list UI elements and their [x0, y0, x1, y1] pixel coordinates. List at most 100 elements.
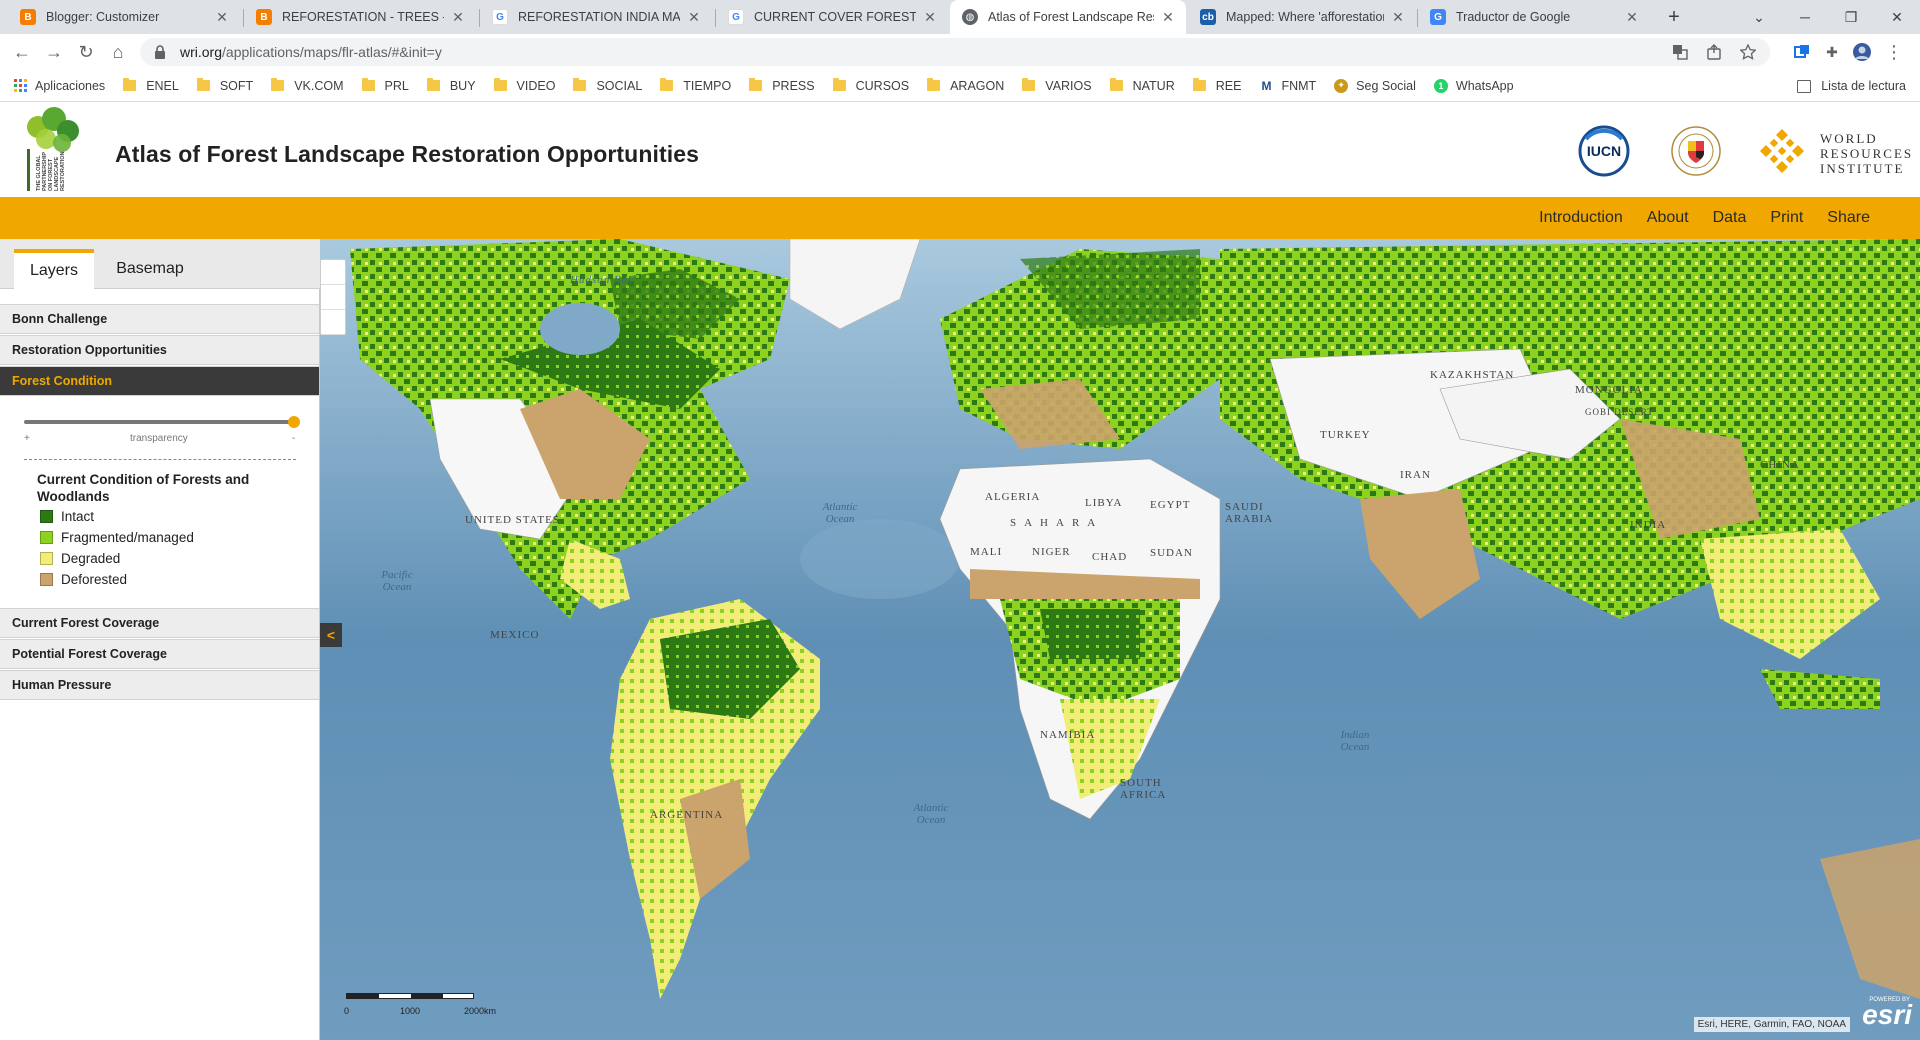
iucn-logo[interactable]: IUCN [1578, 125, 1630, 182]
address-bar[interactable]: wri.org/applications/maps/flr-atlas/#&in… [140, 38, 1770, 66]
umd-seal-logo[interactable] [1670, 125, 1722, 182]
browser-tab[interactable]: B REFORESTATION - TREES - ARBO ✕ [244, 0, 476, 34]
folder-icon [927, 78, 941, 91]
nav-about[interactable]: About [1647, 209, 1689, 227]
minimize-icon[interactable]: ─ [1782, 0, 1828, 34]
map-label: SAUDI ARABIA [1225, 501, 1274, 525]
bookmark-apps[interactable]: Aplicaciones [14, 79, 105, 93]
map-label: SAHARA [1010, 517, 1104, 529]
folder-icon [660, 78, 674, 91]
tab-search-icon[interactable]: ⌄ [1736, 0, 1782, 34]
translate-page-icon[interactable] [1672, 44, 1688, 60]
close-icon[interactable]: ✕ [686, 9, 702, 26]
collapse-sidebar-button[interactable]: < [320, 623, 342, 647]
slider-plus-label: + [24, 433, 30, 444]
bookmark-folder[interactable]: REE [1192, 78, 1241, 93]
nav-share[interactable]: Share [1827, 209, 1870, 227]
home-extent-button[interactable] [321, 310, 345, 335]
restore-icon[interactable]: ❐ [1828, 0, 1874, 34]
close-icon[interactable]: ✕ [1624, 9, 1640, 26]
bookmark-whatsapp[interactable]: 1 WhatsApp [1433, 78, 1514, 93]
bookmark-star-icon[interactable] [1739, 43, 1757, 60]
section-human-pressure[interactable]: Human Pressure [0, 670, 319, 700]
ocean-label: Pacific Ocean [381, 569, 413, 593]
esri-logo[interactable]: esri [1862, 1001, 1912, 1029]
wri-line: WORLD [1820, 131, 1878, 146]
wri-line: RESOURCES [1820, 146, 1914, 161]
section-bonn-challenge[interactable]: Bonn Challenge [0, 304, 319, 334]
scale-label: 1000 [400, 1006, 421, 1016]
bookmark-folder[interactable]: TIEMPO [660, 78, 731, 93]
browser-tab[interactable]: B Blogger: Customizer ✕ [8, 0, 240, 34]
section-forest-condition[interactable]: Forest Condition [0, 366, 319, 396]
lock-icon[interactable] [154, 45, 166, 59]
transparency-slider-handle[interactable] [288, 416, 300, 428]
nav-data[interactable]: Data [1713, 209, 1747, 227]
map-label: IRAN [1400, 469, 1431, 481]
zoom-in-button[interactable] [321, 260, 345, 285]
close-icon[interactable]: ✕ [1160, 9, 1176, 26]
world-map[interactable]: < UNITED STATES MEXICO KAZAKHSTAN MONGOL… [320, 239, 1920, 1040]
close-icon[interactable]: ✕ [1390, 9, 1406, 26]
section-restoration-opportunities[interactable]: Restoration Opportunities [0, 335, 319, 365]
close-icon[interactable]: ✕ [450, 9, 466, 26]
browser-tab[interactable]: cb Mapped: Where 'afforestation' is ✕ [1188, 0, 1416, 34]
tab-layers[interactable]: Layers [14, 249, 94, 289]
browser-tab[interactable]: G REFORESTATION INDIA MAP - Bú ✕ [480, 0, 712, 34]
nav-introduction[interactable]: Introduction [1539, 209, 1623, 227]
bookmark-folder[interactable]: ARAGON [927, 78, 1004, 93]
tab-label: Blogger: Customizer [46, 10, 160, 24]
browser-tab[interactable]: G CURRENT COVER FOREST MAP - ✕ [716, 0, 948, 34]
browser-tab[interactable]: G Traductor de Google ✕ [1418, 0, 1650, 34]
folder-icon [426, 78, 440, 91]
gpflr-logo[interactable]: THE GLOBAL PARTNERSHIP ON FOREST LANDSCA… [18, 105, 86, 193]
profile-avatar[interactable] [1850, 40, 1874, 64]
page-title: Atlas of Forest Landscape Restoration Op… [115, 141, 700, 167]
wri-logo[interactable]: WORLD RESOURCES INSTITUTE [1758, 127, 1911, 177]
share-icon[interactable] [1706, 44, 1722, 60]
map-label: ARGENTINA [650, 809, 724, 821]
map-label: KAZAKHSTAN [1430, 369, 1515, 381]
bookmark-folder[interactable]: CURSOS [832, 78, 909, 93]
extensions-puzzle-icon[interactable]: ✚ [1820, 40, 1844, 64]
reading-list-button[interactable]: Lista de lectura [1797, 70, 1906, 102]
bookmark-folder[interactable]: SOFT [196, 78, 253, 93]
bookmark-folder[interactable]: PRESS [749, 78, 815, 93]
menu-dots-icon[interactable]: ⋮ [1882, 40, 1906, 64]
back-icon[interactable]: ← [8, 38, 36, 66]
main-nav-bar: Introduction About Data Print Share [0, 197, 1920, 239]
bookmark-fnmt[interactable]: M FNMT [1259, 78, 1316, 93]
url-host: wri.org [180, 44, 223, 60]
layers-sidebar: Layers Basemap Bonn Challenge Restoratio… [0, 239, 320, 1040]
tab-label: CURRENT COVER FOREST MAP - [754, 10, 916, 24]
browser-toolbar: ← → ↻ ⌂ wri.org/applications/maps/flr-at… [0, 34, 1920, 70]
home-icon[interactable]: ⌂ [104, 38, 132, 66]
extension-icon[interactable] [1790, 40, 1814, 64]
section-potential-forest-coverage[interactable]: Potential Forest Coverage [0, 639, 319, 669]
bookmark-folder[interactable]: ENEL [123, 78, 179, 93]
section-current-forest-coverage[interactable]: Current Forest Coverage [0, 608, 319, 638]
nav-print[interactable]: Print [1770, 209, 1803, 227]
bookmark-folder[interactable]: VARIOS [1022, 78, 1092, 93]
new-tab-button[interactable]: + [1660, 3, 1688, 31]
browser-tab-active[interactable]: ◍ Atlas of Forest Landscape Resto ✕ [950, 0, 1186, 34]
zoom-out-button[interactable] [321, 285, 345, 310]
close-window-icon[interactable]: ✕ [1874, 0, 1920, 34]
close-icon[interactable]: ✕ [922, 9, 938, 26]
tab-basemap[interactable]: Basemap [104, 249, 196, 289]
reload-icon[interactable]: ↻ [72, 38, 100, 66]
bookmark-folder[interactable]: BUY [426, 78, 476, 93]
close-icon[interactable]: ✕ [214, 9, 230, 26]
bookmark-folder[interactable]: SOCIAL [573, 78, 642, 93]
scale-label: 2000km [464, 1006, 497, 1016]
bookmark-segsocial[interactable]: ✦ Seg Social [1334, 78, 1416, 93]
legend-swatch [40, 531, 53, 544]
bookmark-folder[interactable]: NATUR [1109, 78, 1175, 93]
google-icon: G [492, 9, 508, 25]
browser-tab-bar: B Blogger: Customizer ✕ B REFORESTATION … [0, 0, 1920, 34]
bookmark-folder[interactable]: VK.COM [271, 78, 344, 93]
bookmark-folder[interactable]: PRL [361, 78, 409, 93]
transparency-slider[interactable] [24, 420, 296, 424]
forward-icon[interactable]: → [40, 38, 68, 66]
bookmark-folder[interactable]: VIDEO [493, 78, 555, 93]
